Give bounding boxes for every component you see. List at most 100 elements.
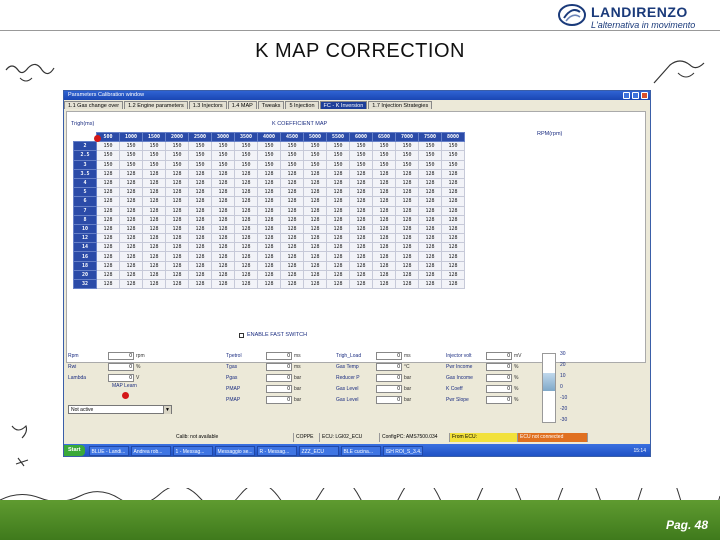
map-cell[interactable]: 150: [96, 150, 120, 161]
tab-map[interactable]: 1.4 MAP: [227, 101, 257, 109]
map-cell[interactable]: 150: [372, 159, 396, 170]
map-cell[interactable]: 128: [234, 242, 258, 253]
map-cell[interactable]: 128: [234, 251, 258, 262]
map-cell[interactable]: 150: [441, 159, 465, 170]
map-cell[interactable]: 128: [234, 214, 258, 225]
map-cell[interactable]: 128: [303, 196, 327, 207]
map-cell[interactable]: 128: [165, 168, 189, 179]
map-cell[interactable]: 150: [165, 141, 189, 152]
map-cell[interactable]: 128: [234, 187, 258, 198]
map-cell[interactable]: 128: [165, 233, 189, 244]
map-cell[interactable]: 128: [303, 260, 327, 271]
map-cell[interactable]: 128: [326, 242, 350, 253]
map-cell[interactable]: 128: [165, 196, 189, 207]
map-cell[interactable]: 150: [188, 141, 212, 152]
map-cell[interactable]: 128: [441, 168, 465, 179]
map-cell[interactable]: 150: [395, 150, 419, 161]
map-cell[interactable]: 128: [441, 187, 465, 198]
map-cell[interactable]: 128: [326, 223, 350, 235]
map-cell[interactable]: 128: [188, 278, 212, 290]
map-cell[interactable]: 128: [418, 278, 442, 290]
map-cell[interactable]: 128: [234, 269, 258, 281]
map-cell[interactable]: 128: [303, 187, 327, 198]
map-cell[interactable]: 128: [257, 233, 281, 244]
map-cell[interactable]: 128: [165, 251, 189, 262]
map-cell[interactable]: 150: [234, 150, 258, 161]
map-cell[interactable]: 128: [234, 260, 258, 271]
map-cell[interactable]: 128: [96, 278, 120, 290]
tab-injection-strategies[interactable]: 1.7 Injection Strategies: [368, 101, 433, 109]
map-cell[interactable]: 150: [441, 141, 465, 152]
map-cell[interactable]: 128: [349, 214, 373, 225]
map-cell[interactable]: 128: [188, 260, 212, 271]
map-cell[interactable]: 128: [142, 223, 166, 235]
map-cell[interactable]: 150: [96, 141, 120, 152]
taskbar-item[interactable]: ISH ROI_S_3.4..: [382, 445, 423, 456]
map-cell[interactable]: 128: [188, 242, 212, 253]
map-cell[interactable]: 128: [349, 196, 373, 207]
tab-k-inversion[interactable]: FC - K Inversion: [319, 101, 368, 109]
map-cell[interactable]: 128: [303, 205, 327, 216]
maximize-button[interactable]: [632, 92, 639, 99]
map-cell[interactable]: 128: [257, 187, 281, 198]
map-cell[interactable]: 128: [280, 223, 304, 235]
tab-injectors[interactable]: 1.3 Injectors: [188, 101, 227, 109]
map-cell[interactable]: 128: [441, 214, 465, 225]
map-cell[interactable]: 128: [418, 251, 442, 262]
map-cell[interactable]: 128: [395, 269, 419, 281]
map-cell[interactable]: 128: [211, 168, 235, 179]
map-cell[interactable]: 128: [142, 251, 166, 262]
map-cell[interactable]: 128: [119, 251, 143, 262]
map-cell[interactable]: 128: [188, 223, 212, 235]
map-cell[interactable]: 128: [142, 168, 166, 179]
map-cell[interactable]: 128: [96, 205, 120, 216]
map-cell[interactable]: 128: [303, 269, 327, 281]
map-cell[interactable]: 150: [234, 141, 258, 152]
map-cell[interactable]: 128: [395, 177, 419, 189]
map-cell[interactable]: 128: [326, 187, 350, 198]
map-cell[interactable]: 128: [211, 223, 235, 235]
map-cell[interactable]: 128: [211, 177, 235, 189]
map-cell[interactable]: 128: [418, 196, 442, 207]
map-cell[interactable]: 128: [142, 205, 166, 216]
map-cell[interactable]: 128: [395, 187, 419, 198]
map-cell[interactable]: 128: [326, 251, 350, 262]
map-cell[interactable]: 128: [142, 242, 166, 253]
map-cell[interactable]: 128: [211, 233, 235, 244]
map-cell[interactable]: 128: [326, 196, 350, 207]
map-cell[interactable]: 150: [372, 141, 396, 152]
map-cell[interactable]: 128: [211, 260, 235, 271]
map-cell[interactable]: 150: [418, 159, 442, 170]
map-cell[interactable]: 128: [395, 233, 419, 244]
map-cell[interactable]: 128: [96, 214, 120, 225]
taskbar-item[interactable]: ZZZ_ECU: [298, 445, 339, 456]
map-cell[interactable]: 150: [211, 141, 235, 152]
map-cell[interactable]: 150: [211, 159, 235, 170]
map-cell[interactable]: 128: [349, 168, 373, 179]
map-cell[interactable]: 150: [418, 141, 442, 152]
map-cell[interactable]: 150: [280, 141, 304, 152]
map-cell[interactable]: 128: [372, 260, 396, 271]
map-cell[interactable]: 128: [188, 187, 212, 198]
map-cell[interactable]: 128: [96, 242, 120, 253]
map-cell[interactable]: 128: [326, 233, 350, 244]
map-cell[interactable]: 128: [188, 168, 212, 179]
minimize-button[interactable]: [623, 92, 630, 99]
map-cell[interactable]: 128: [418, 260, 442, 271]
map-cell[interactable]: 128: [395, 196, 419, 207]
map-cell[interactable]: 128: [234, 177, 258, 189]
map-cell[interactable]: 128: [119, 187, 143, 198]
map-cell[interactable]: 128: [326, 177, 350, 189]
map-cell[interactable]: 128: [142, 214, 166, 225]
map-cell[interactable]: 128: [188, 177, 212, 189]
map-cell[interactable]: 128: [257, 177, 281, 189]
map-cell[interactable]: 128: [257, 223, 281, 235]
map-cell[interactable]: 150: [257, 159, 281, 170]
taskbar-item[interactable]: Andrea rob...: [130, 445, 171, 456]
map-cell[interactable]: 150: [211, 150, 235, 161]
map-cell[interactable]: 128: [349, 223, 373, 235]
map-cell[interactable]: 150: [441, 150, 465, 161]
map-cell[interactable]: 128: [280, 233, 304, 244]
map-cell[interactable]: 128: [119, 233, 143, 244]
map-cell[interactable]: 128: [418, 223, 442, 235]
